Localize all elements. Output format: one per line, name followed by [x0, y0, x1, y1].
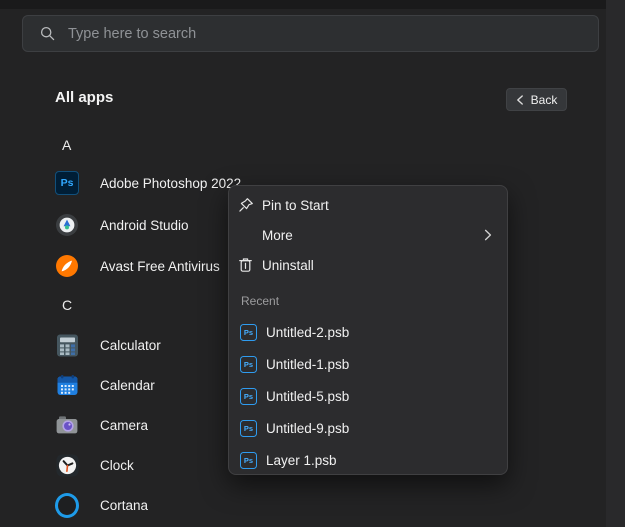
app-label: Clock: [100, 458, 134, 473]
calendar-icon: [55, 373, 79, 397]
app-row-calculator[interactable]: Calculator: [55, 333, 161, 357]
recent-section-header: Recent: [241, 293, 279, 309]
recent-item-label: Untitled-2.psb: [266, 325, 349, 340]
cortana-icon: [55, 493, 79, 517]
top-edge-strip: [0, 0, 625, 9]
photoshop-badge: Ps: [55, 171, 79, 195]
recent-item[interactable]: Ps Untitled-9.psb: [229, 412, 507, 444]
app-row-clock[interactable]: Clock: [55, 453, 134, 477]
back-button-label: Back: [531, 93, 558, 107]
menu-item-more[interactable]: More: [229, 220, 507, 250]
clock-icon: [55, 453, 79, 477]
recent-item[interactable]: Ps Untitled-2.psb: [229, 316, 507, 348]
app-row-android-studio[interactable]: Android Studio: [55, 213, 189, 237]
photoshop-app-icon: Ps: [55, 171, 79, 195]
recent-item[interactable]: Ps Untitled-5.psb: [229, 380, 507, 412]
psb-file-icon: Ps: [240, 388, 257, 405]
psb-file-icon: Ps: [240, 324, 257, 341]
camera-icon: [55, 413, 79, 437]
menu-item-uninstall[interactable]: Uninstall: [229, 250, 507, 280]
calculator-icon: [55, 333, 79, 357]
psb-file-icon: Ps: [240, 452, 257, 469]
search-bar[interactable]: [22, 15, 599, 52]
app-label: Avast Free Antivirus: [100, 259, 220, 274]
recent-item-label: Untitled-5.psb: [266, 389, 349, 404]
context-menu: Pin to Start More Uninstall Re: [228, 185, 508, 475]
start-menu: All apps Back A Ps Adobe Photoshop 2022 …: [0, 0, 625, 527]
right-edge-strip: [606, 0, 625, 527]
back-button[interactable]: Back: [506, 88, 567, 111]
chevron-right-icon: [484, 229, 492, 241]
app-label: Camera: [100, 418, 148, 433]
app-row-camera[interactable]: Camera: [55, 413, 148, 437]
recent-item[interactable]: Ps Layer 1.psb: [229, 444, 507, 476]
menu-item-label: More: [262, 228, 293, 243]
trash-icon: [237, 257, 254, 274]
section-letter-c[interactable]: C: [62, 297, 72, 313]
app-row-cortana[interactable]: Cortana: [55, 493, 148, 517]
psb-file-icon: Ps: [240, 356, 257, 373]
app-label: Android Studio: [100, 218, 189, 233]
menu-item-label: Pin to Start: [262, 198, 329, 213]
app-label: Adobe Photoshop 2022: [100, 176, 241, 191]
chevron-left-icon: [516, 95, 524, 105]
empty-icon-spacer: [237, 227, 254, 244]
app-label: Cortana: [100, 498, 148, 513]
app-row-calendar[interactable]: Calendar: [55, 373, 155, 397]
page-title: All apps: [55, 89, 113, 106]
android-studio-icon: [55, 213, 79, 237]
recent-item-label: Layer 1.psb: [266, 453, 337, 468]
app-row-adobe-photoshop[interactable]: Ps Adobe Photoshop 2022: [55, 171, 241, 195]
pin-icon: [237, 197, 254, 214]
recent-item-label: Untitled-1.psb: [266, 357, 349, 372]
app-row-avast[interactable]: Avast Free Antivirus: [55, 254, 220, 278]
section-letter-a[interactable]: A: [62, 137, 71, 153]
psb-file-icon: Ps: [240, 420, 257, 437]
app-label: Calendar: [100, 378, 155, 393]
menu-item-pin-to-start[interactable]: Pin to Start: [229, 190, 507, 220]
search-input[interactable]: [68, 26, 598, 42]
recent-item[interactable]: Ps Untitled-1.psb: [229, 348, 507, 380]
search-icon: [40, 26, 55, 41]
app-label: Calculator: [100, 338, 161, 353]
recent-item-label: Untitled-9.psb: [266, 421, 349, 436]
menu-item-label: Uninstall: [262, 258, 314, 273]
avast-icon: [55, 254, 79, 278]
